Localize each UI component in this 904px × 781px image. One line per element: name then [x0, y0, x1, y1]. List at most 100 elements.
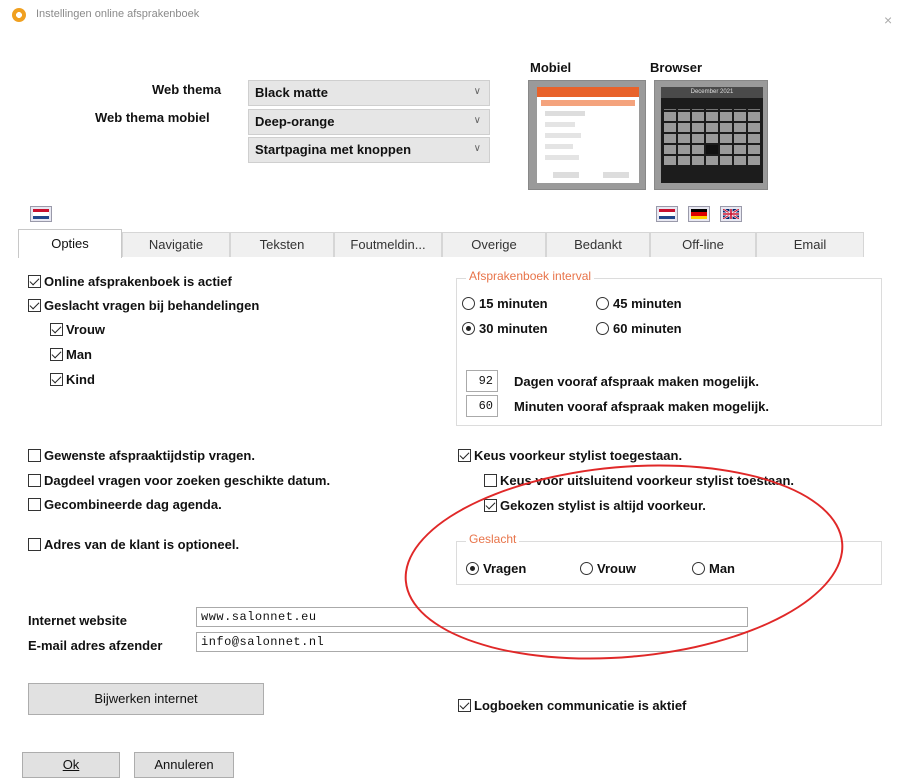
app-icon — [12, 8, 26, 22]
calendar-grid — [661, 98, 763, 168]
calendar-cell — [692, 145, 704, 154]
calendar-cell — [734, 112, 746, 121]
logbook-label: Logboeken communicatie is aktief — [474, 698, 687, 713]
calendar-cell — [678, 134, 690, 143]
calendar-cell — [720, 101, 732, 110]
calendar-cell — [748, 145, 760, 154]
calendar-cell — [720, 156, 732, 165]
tab-bedankt[interactable]: Bedankt — [546, 232, 650, 257]
tab-opties[interactable]: Opties — [18, 229, 122, 258]
browser-preview-label: Browser — [650, 60, 703, 75]
calendar-cell — [748, 156, 760, 165]
gender-ask-checkbox[interactable]: Geslacht vragen bij behandelingen — [28, 298, 259, 313]
day-part-label: Dagdeel vragen voor zoeken geschikte dat… — [44, 473, 331, 488]
ok-button-label: Ok — [62, 757, 80, 772]
gender-ask-radio-label: Vragen — [483, 561, 527, 576]
stylist-pref-label: Keus voorkeur stylist toegestaan. — [474, 448, 683, 463]
day-part-checkbox[interactable]: Dagdeel vragen voor zoeken geschikte dat… — [28, 473, 330, 488]
web-theme-select[interactable]: Black matte ∨ — [248, 80, 490, 106]
email-input[interactable]: info@salonnet.nl — [196, 632, 748, 652]
flag-de-icon[interactable] — [688, 206, 710, 222]
browser-preview-screen: December 2021 — [661, 87, 763, 183]
calendar-cell — [692, 134, 704, 143]
cancel-button[interactable]: Annuleren — [134, 752, 234, 778]
cancel-button-label: Annuleren — [154, 757, 214, 772]
man-checkbox[interactable]: Man — [50, 347, 92, 362]
flag-nl-icon[interactable] — [656, 206, 678, 222]
calendar-cell — [734, 101, 746, 110]
stylist-pref-checkbox[interactable]: Keus voorkeur stylist toegestaan. — [458, 448, 682, 463]
tab-navigatie[interactable]: Navigatie — [122, 232, 230, 257]
interval-30-label: 30 minuten — [479, 321, 548, 336]
tab-email[interactable]: Email — [756, 232, 864, 257]
radio-selected — [462, 322, 475, 335]
calendar-cell — [720, 112, 732, 121]
interval-30-radio[interactable]: 30 minuten — [462, 321, 548, 336]
address-optional-checkbox[interactable]: Adres van de klant is optioneel. — [28, 537, 239, 552]
update-internet-button[interactable]: Bijwerken internet — [28, 683, 264, 715]
man-label: Man — [66, 347, 92, 362]
calendar-cell — [706, 156, 718, 165]
days-ahead-label: Dagen vooraf afspraak maken mogelijk. — [514, 374, 759, 389]
logbook-checkbox[interactable]: Logboeken communicatie is aktief — [458, 698, 686, 713]
stylist-always-label: Gekozen stylist is altijd voorkeur. — [500, 498, 706, 513]
calendar-cell — [678, 112, 690, 121]
browser-preview-header: December 2021 — [661, 87, 763, 98]
flag-uk-icon[interactable] — [720, 206, 742, 222]
combined-agenda-label: Gecombineerde dag agenda. — [44, 497, 222, 512]
calendar-cell — [678, 123, 690, 132]
calendar-cell — [678, 145, 690, 154]
gender-woman-radio[interactable]: Vrouw — [580, 561, 636, 576]
calendar-cell — [706, 123, 718, 132]
combined-agenda-checkbox[interactable]: Gecombineerde dag agenda. — [28, 497, 222, 512]
calendar-cell — [692, 156, 704, 165]
tab-foutmeldingen[interactable]: Foutmeldin... — [334, 232, 442, 257]
gender-man-radio[interactable]: Man — [692, 561, 735, 576]
web-theme-value: Black matte — [255, 85, 328, 100]
calendar-cell — [706, 101, 718, 110]
interval-15-radio[interactable]: 15 minuten — [462, 296, 548, 311]
tab-teksten[interactable]: Teksten — [230, 232, 334, 257]
interval-group-title: Afsprakenboek interval — [466, 269, 595, 283]
stylist-exclusive-checkbox[interactable]: Keus voor uitsluitend voorkeur stylist t… — [484, 473, 794, 488]
interval-45-radio[interactable]: 45 minuten — [596, 296, 682, 311]
radio-unselected — [462, 297, 475, 310]
start-page-value: Startpagina met knoppen — [255, 142, 412, 157]
website-input[interactable]: www.salonnet.eu — [196, 607, 748, 627]
minutes-ahead-input[interactable]: 60 — [466, 395, 498, 417]
woman-checkbox[interactable]: Vrouw — [50, 322, 105, 337]
calendar-cell — [678, 101, 690, 110]
gender-ask-label: Geslacht vragen bij behandelingen — [44, 298, 260, 313]
tab-overige[interactable]: Overige — [442, 232, 546, 257]
start-page-select[interactable]: Startpagina met knoppen ∨ — [248, 137, 490, 163]
web-theme-mobile-select[interactable]: Deep-orange ∨ — [248, 109, 490, 135]
calendar-cell — [706, 134, 718, 143]
stylist-always-checkbox[interactable]: Gekozen stylist is altijd voorkeur. — [484, 498, 706, 513]
radio-unselected — [692, 562, 705, 575]
web-theme-mobile-label: Web thema mobiel — [95, 110, 210, 125]
interval-60-radio[interactable]: 60 minuten — [596, 321, 682, 336]
close-icon[interactable]: × — [884, 12, 892, 28]
tab-off-line[interactable]: Off-line — [650, 232, 756, 257]
radio-unselected — [580, 562, 593, 575]
gender-ask-radio[interactable]: Vragen — [466, 561, 526, 576]
gender-man-radio-label: Man — [709, 561, 735, 576]
days-ahead-input[interactable]: 92 — [466, 370, 498, 392]
gender-woman-radio-label: Vrouw — [597, 561, 637, 576]
calendar-cell — [692, 123, 704, 132]
flag-nl-icon[interactable] — [30, 206, 52, 222]
desired-time-label: Gewenste afspraaktijdstip vragen. — [44, 448, 255, 463]
checkbox-unchecked — [28, 498, 41, 511]
radio-unselected — [596, 322, 609, 335]
interval-45-label: 45 minuten — [613, 296, 682, 311]
ok-button[interactable]: Ok — [22, 752, 120, 778]
browser-preview: December 2021 — [654, 80, 768, 190]
checkbox-unchecked — [28, 538, 41, 551]
child-checkbox[interactable]: Kind — [50, 372, 95, 387]
website-label: Internet website — [28, 613, 127, 628]
desired-time-checkbox[interactable]: Gewenste afspraaktijdstip vragen. — [28, 448, 255, 463]
radio-selected — [466, 562, 479, 575]
web-theme-label: Web thema — [152, 82, 222, 97]
active-checkbox[interactable]: Online afsprakenboek is actief — [28, 274, 232, 289]
calendar-cell — [692, 112, 704, 121]
